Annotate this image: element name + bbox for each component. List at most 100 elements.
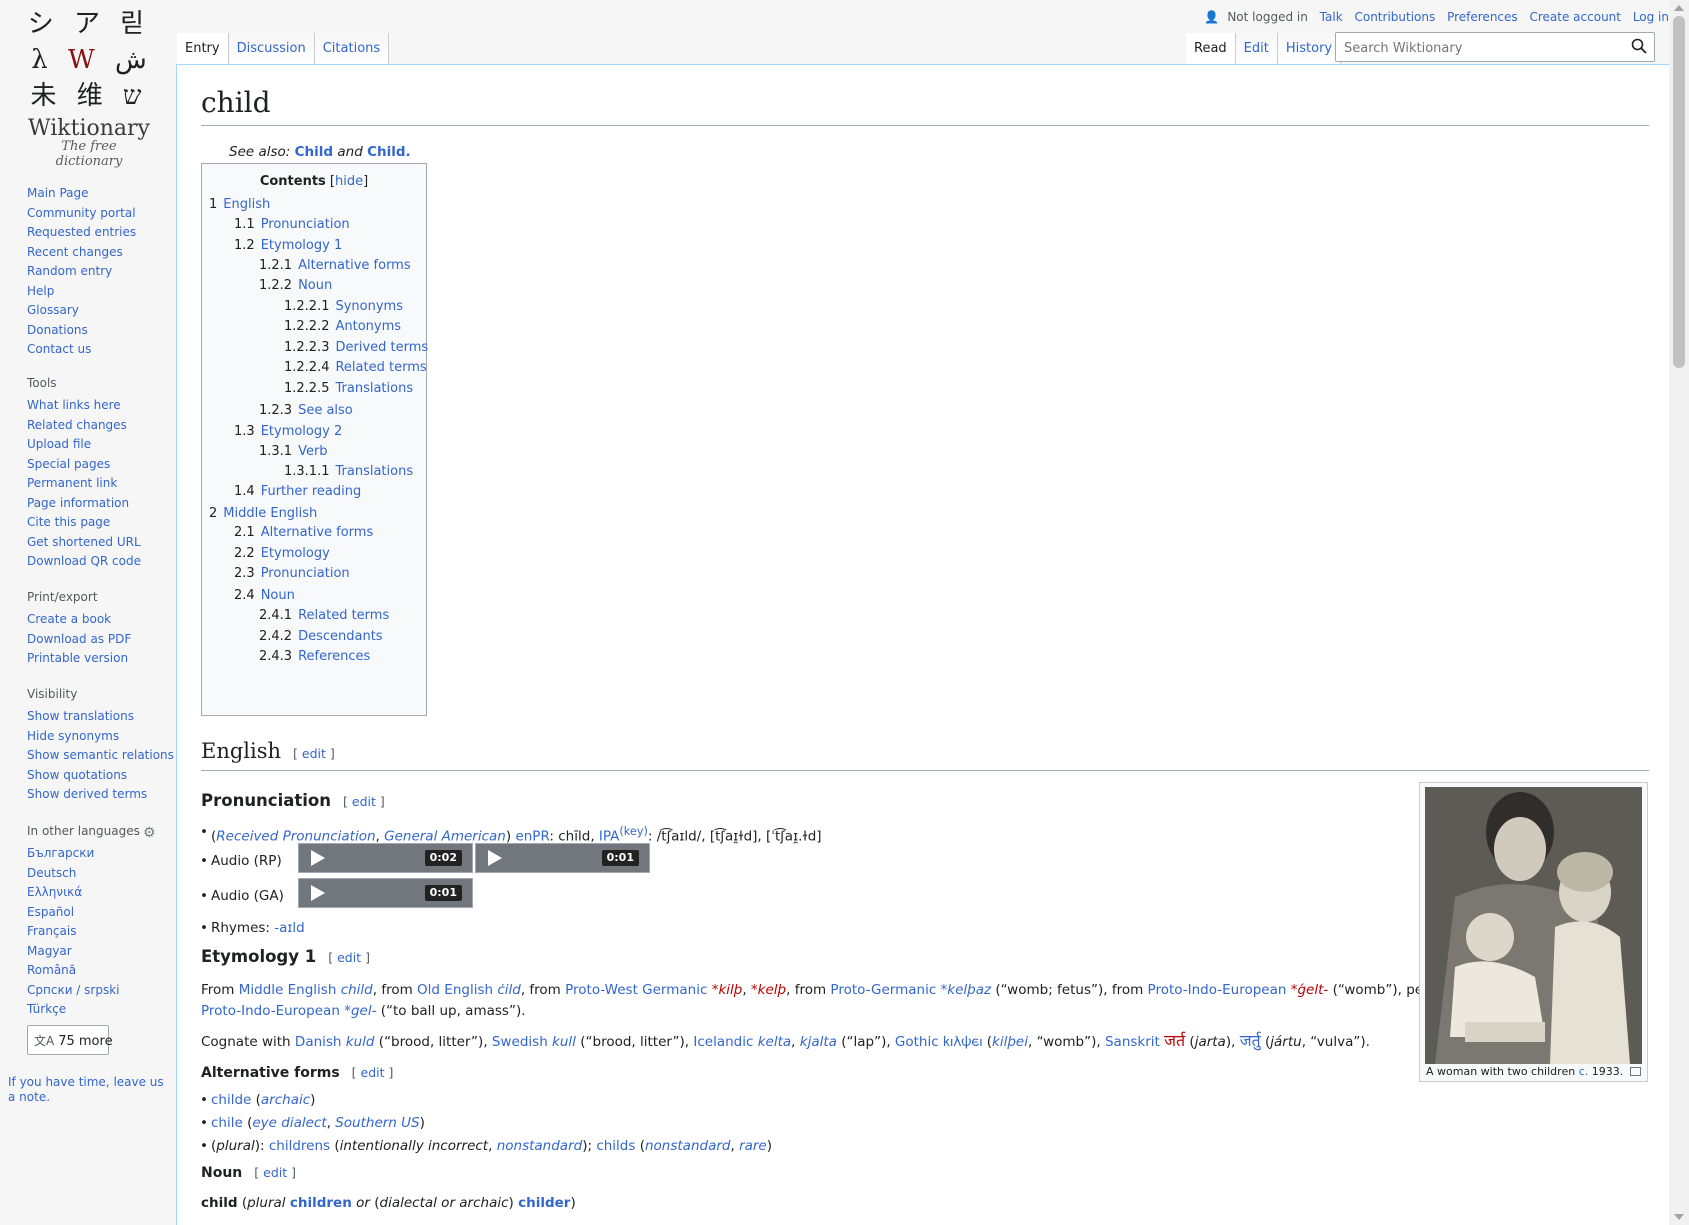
visibility-item[interactable]: Show translations <box>27 707 177 727</box>
edit-section-link[interactable]: edit <box>337 950 361 965</box>
print-item[interactable]: Create a book <box>27 610 177 630</box>
tab-discussion[interactable]: Discussion <box>228 33 315 65</box>
play-icon[interactable] <box>311 850 325 866</box>
sidebar-item[interactable]: Main Page <box>27 184 177 204</box>
talk-link[interactable]: Talk <box>1320 10 1343 24</box>
toc-item[interactable]: 2.4 Noun <box>234 588 295 603</box>
namespace-tabs: Entry Discussion Citations <box>177 33 390 65</box>
language-item[interactable]: Ελληνικά <box>27 883 177 903</box>
edit-section-link[interactable]: edit <box>302 746 326 761</box>
photo-woman-with-children[interactable] <box>1425 787 1642 1064</box>
language-item[interactable]: Magyar <box>27 942 177 962</box>
scrollbar-thumb[interactable] <box>1673 16 1685 368</box>
sidebar-item[interactable]: Community portal <box>27 204 177 224</box>
heading-english: English[ edit ] <box>201 737 1649 771</box>
create-account-link[interactable]: Create account <box>1529 10 1621 24</box>
sidebar-item[interactable]: Help <box>27 282 177 302</box>
toc-item[interactable]: 1.2.2 Noun <box>259 278 332 293</box>
tools-item[interactable]: Cite this page <box>27 513 177 533</box>
sidebar-item[interactable]: Contact us <box>27 340 177 360</box>
toc-item[interactable]: 2.1 Alternative forms <box>234 525 373 540</box>
play-icon[interactable] <box>311 885 325 901</box>
edit-section-link[interactable]: edit <box>352 794 376 809</box>
toc-item[interactable]: 1.2.3 See also <box>259 403 353 418</box>
toc-item[interactable]: 1.3.1.1 Translations <box>284 464 413 479</box>
sidebar-item[interactable]: Glossary <box>27 301 177 321</box>
toc-item[interactable]: 1 English <box>209 197 270 212</box>
toc-item[interactable]: 1.2.2.3 Derived terms <box>284 340 428 355</box>
visibility-item[interactable]: Show quotations <box>27 766 177 786</box>
tools-item[interactable]: Download QR code <box>27 552 177 572</box>
toc-item[interactable]: 1.3.1 Verb <box>259 444 328 459</box>
wiktionary-logo[interactable]: シ ア 릳 λ W ش 未 维 ש Wiktionary The free di… <box>26 6 152 169</box>
tab-citations[interactable]: Citations <box>314 33 390 65</box>
view-tabs: Read Edit History <box>1186 33 1342 65</box>
toc-item[interactable]: 2.4.2 Descendants <box>259 629 383 644</box>
tab-entry[interactable]: Entry <box>177 33 229 65</box>
audio-player[interactable]: 0:01 <box>298 878 473 908</box>
more-languages-button[interactable]: 文A 75 more <box>27 1025 113 1055</box>
toc-item[interactable]: 2.4.1 Related terms <box>259 608 389 623</box>
tab-edit[interactable]: Edit <box>1235 33 1278 65</box>
tools-item[interactable]: Get shortened URL <box>27 533 177 553</box>
log-in-link[interactable]: Log in <box>1633 10 1669 24</box>
tools-item[interactable]: Upload file <box>27 435 177 455</box>
scroll-down-arrow-icon[interactable] <box>1674 1214 1684 1220</box>
enlarge-icon[interactable] <box>1630 1067 1641 1076</box>
feedback-note[interactable]: If you have time, leave us a note. <box>8 1075 168 1105</box>
list-item: childe (archaic) <box>200 1090 316 1110</box>
tab-history[interactable]: History <box>1277 33 1342 65</box>
language-item[interactable]: Српски / srpski <box>27 981 177 1001</box>
toc-item[interactable]: 2.2 Etymology <box>234 546 330 561</box>
sidebar-item[interactable]: Random entry <box>27 262 177 282</box>
audio-player[interactable]: 0:02 <box>298 843 473 873</box>
language-item[interactable]: Română <box>27 961 177 981</box>
play-icon[interactable] <box>488 850 502 866</box>
toc-item[interactable]: 1.3 Etymology 2 <box>234 424 342 439</box>
gear-icon[interactable]: ⚙ <box>143 826 157 840</box>
print-item[interactable]: Printable version <box>27 649 177 669</box>
search-icon[interactable] <box>1631 38 1647 54</box>
edit-section-link[interactable]: edit <box>361 1065 385 1080</box>
see-also-link-2[interactable]: Child. <box>367 144 411 160</box>
language-item[interactable]: Türkçe <box>27 1000 177 1020</box>
toc-item[interactable]: 2.4.3 References <box>259 649 370 664</box>
toc-hide-link[interactable]: hide <box>335 174 363 189</box>
tools-item[interactable]: Related changes <box>27 416 177 436</box>
sidebar-item[interactable]: Requested entries <box>27 223 177 243</box>
nav-languages: In other languages Български Deutsch Ελλην… <box>27 824 177 1020</box>
toc-item[interactable]: 1.2.2.4 Related terms <box>284 360 427 375</box>
toc-item[interactable]: 1.2.2.2 Antonyms <box>284 319 401 334</box>
toc-item[interactable]: 2 Middle English <box>209 506 317 521</box>
language-item[interactable]: Deutsch <box>27 864 177 884</box>
toc-item[interactable]: 1.2.1 Alternative forms <box>259 258 411 273</box>
visibility-item[interactable]: Show semantic relations <box>27 746 177 766</box>
toc-item[interactable]: 2.3 Pronunciation <box>234 566 350 581</box>
see-also-link-1[interactable]: Child <box>295 144 333 160</box>
sidebar-item[interactable]: Recent changes <box>27 243 177 263</box>
sidebar-item[interactable]: Donations <box>27 321 177 341</box>
scroll-up-arrow-icon[interactable] <box>1674 5 1684 11</box>
contributions-link[interactable]: Contributions <box>1354 10 1435 24</box>
print-item[interactable]: Download as PDF <box>27 630 177 650</box>
toc-item[interactable]: 1.2.2.5 Translations <box>284 381 413 396</box>
preferences-link[interactable]: Preferences <box>1447 10 1518 24</box>
audio-player[interactable]: 0:01 <box>475 843 650 873</box>
toc-item[interactable]: 1.4 Further reading <box>234 484 361 499</box>
visibility-item[interactable]: Hide synonyms <box>27 727 177 747</box>
scrollbar[interactable] <box>1669 0 1689 1225</box>
tools-item[interactable]: Special pages <box>27 455 177 475</box>
language-item[interactable]: Français <box>27 922 177 942</box>
visibility-item[interactable]: Show derived terms <box>27 785 177 805</box>
tools-item[interactable]: Page information <box>27 494 177 514</box>
language-item[interactable]: Español <box>27 903 177 923</box>
edit-section-link[interactable]: edit <box>263 1165 287 1180</box>
toc-item[interactable]: 1.1 Pronunciation <box>234 217 350 232</box>
toc-item[interactable]: 1.2 Etymology 1 <box>234 238 342 253</box>
tab-read[interactable]: Read <box>1186 33 1236 65</box>
search-input[interactable] <box>1342 34 1626 62</box>
language-item[interactable]: Български <box>27 844 177 864</box>
toc-item[interactable]: 1.2.2.1 Synonyms <box>284 299 403 314</box>
tools-item[interactable]: What links here <box>27 396 177 416</box>
tools-item[interactable]: Permanent link <box>27 474 177 494</box>
